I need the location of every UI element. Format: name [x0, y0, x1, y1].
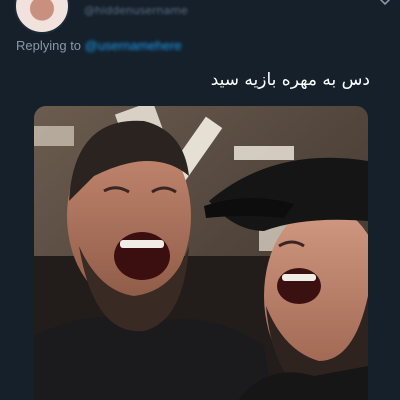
author-avatar[interactable]: [14, 0, 70, 34]
tweet-reply-view: @hiddenusername Replying to @usernameher…: [0, 0, 400, 400]
replying-to-line: Replying to @usernamehere: [16, 38, 182, 53]
replying-to-handle-link[interactable]: @usernamehere: [85, 38, 182, 53]
chevron-down-icon[interactable]: [378, 0, 392, 6]
tweet-text: دس به مهره بازیه سید: [210, 70, 370, 90]
tweet-photo[interactable]: [34, 106, 368, 400]
author-handle[interactable]: @hiddenusername: [84, 4, 188, 17]
replying-to-label: Replying to: [16, 38, 82, 53]
photo-two-men-laughing: [34, 106, 368, 400]
